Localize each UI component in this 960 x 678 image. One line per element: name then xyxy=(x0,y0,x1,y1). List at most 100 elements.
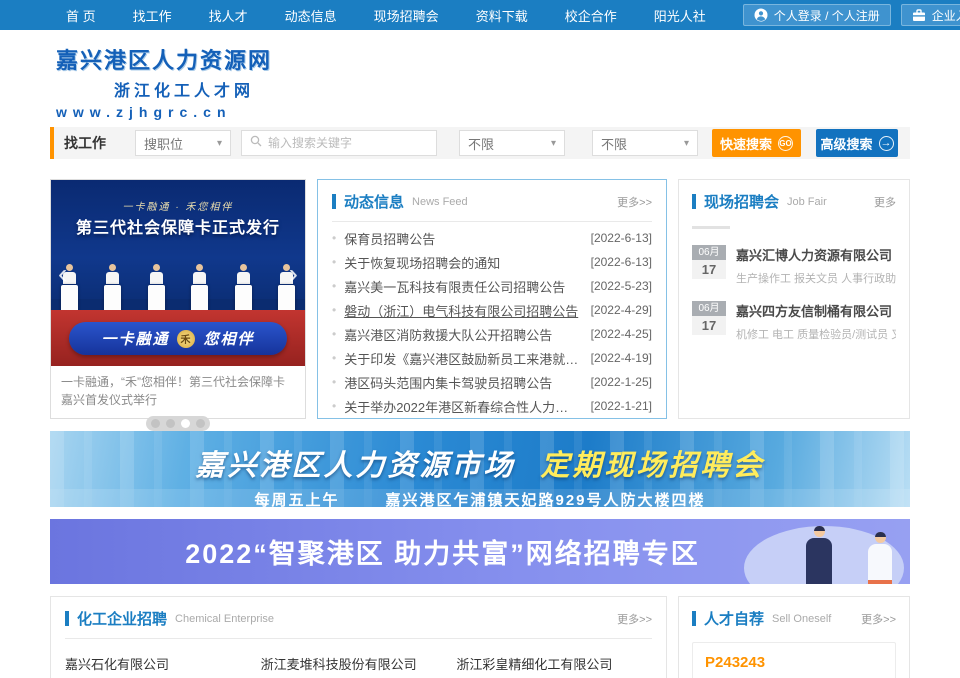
nav-item-job-fair[interactable]: 现场招聘会 xyxy=(374,6,439,25)
quick-search-label: 快速搜索 xyxy=(720,134,772,153)
date-badge: 06月 17 xyxy=(692,245,726,286)
keyword-search-field[interactable] xyxy=(241,130,437,156)
carousel-next-icon[interactable]: › xyxy=(289,260,298,288)
top-navigation: 首 页 找工作 找人才 动态信息 现场招聘会 资料下载 校企合作 阳光人社 个人… xyxy=(0,0,960,30)
nav-item-downloads[interactable]: 资料下载 xyxy=(476,6,528,25)
news-panel-title: 动态信息 xyxy=(344,191,404,212)
search-tab-label: 找工作 xyxy=(64,133,106,153)
site-logo[interactable]: 嘉兴港区人力资源网 浙江化工人才网 www.zjhgrc.cn xyxy=(0,30,960,127)
self-recommendation-panel: 人才自荐 Sell Oneself 更多>> P243243 男 ｜ 嘉兴市->… xyxy=(678,596,910,678)
nav-item-find-talent[interactable]: 找人才 xyxy=(209,6,248,25)
news-list-item[interactable]: 关于举办2022年港区新春综合性人力资源暨春风... [2022-1-21] xyxy=(332,394,652,418)
main-content-row: 一卡融通 · 禾您相伴 第三代社会保障卡正式发行 一卡融通 禾 您相伴 ‹ › … xyxy=(50,179,910,419)
chevron-down-icon: ▾ xyxy=(684,138,689,149)
chemical-enterprise-panel: 化工企业招聘 Chemical Enterprise 更多>> 嘉兴石化有限公司… xyxy=(50,596,667,678)
personal-login-label: 个人登录 / 个人注册 xyxy=(774,7,880,24)
carousel-prev-icon[interactable]: ‹ xyxy=(58,260,67,288)
banner1-title-white: 嘉兴港区人力资源市场 xyxy=(195,450,515,482)
nav-item-home[interactable]: 首 页 xyxy=(66,6,96,25)
advanced-search-button[interactable]: 高级搜索 → xyxy=(816,129,898,157)
nav-item-sunshine-hr[interactable]: 阳光人社 xyxy=(654,6,706,25)
search-category-select[interactable]: 搜职位 ▾ xyxy=(135,130,231,156)
news-list-item[interactable]: 关于恢复现场招聘会的通知 [2022-6-13] xyxy=(332,250,652,274)
candidate-id: P243243 xyxy=(705,654,883,671)
job-fair-positions: 机修工 电工 质量检验员/测试员 叉车... xyxy=(736,326,896,342)
job-fair-positions: 生产操作工 报关文员 人事行政助理... xyxy=(736,270,896,286)
enterprise-entry-button[interactable]: 企业入口 xyxy=(901,4,960,26)
go-icon: GO xyxy=(778,136,793,151)
company-listing[interactable]: 浙江彩皇精细化工有限公司 普工（制造科） 营业担当 xyxy=(456,654,652,678)
personal-login-button[interactable]: 个人登录 / 个人注册 xyxy=(743,4,891,26)
date-badge: 06月 17 xyxy=(692,301,726,342)
news-panel-subtitle: News Feed xyxy=(412,196,468,208)
grain-icon: 禾 xyxy=(177,330,195,348)
slide-people-illustration xyxy=(61,264,295,315)
news-list-item[interactable]: 关于印发《嘉兴港区鼓励新员工来港就业补助操作... [2022-4-19] xyxy=(332,346,652,370)
carousel-dot-3-active[interactable] xyxy=(181,419,190,428)
nav-item-find-job[interactable]: 找工作 xyxy=(133,6,172,25)
news-list-item[interactable]: 嘉兴美一瓦科技有限责任公司招聘公告 [2022-5-23] xyxy=(332,274,652,298)
news-list-item[interactable]: 嘉兴港区消防救援大队公开招聘公告 [2022-4-25] xyxy=(332,322,652,346)
company-listing[interactable]: 嘉兴石化有限公司 工艺员 设备管理 警卫（残疾工） xyxy=(65,654,261,678)
illustration-person-suit xyxy=(806,526,832,584)
divider xyxy=(692,226,730,229)
banner2-title: 2022“智聚港区 助力共富”网络招聘专区 xyxy=(50,532,725,571)
carousel-pagination xyxy=(51,416,305,431)
search-category-value: 搜职位 xyxy=(144,134,183,153)
news-more-link[interactable]: 更多>> xyxy=(617,194,652,210)
chevron-down-icon: ▾ xyxy=(551,138,556,149)
person-icon xyxy=(754,8,768,22)
chemical-more-link[interactable]: 更多>> xyxy=(617,611,652,627)
divider xyxy=(332,221,652,222)
site-url: www.zjhgrc.cn xyxy=(56,104,960,120)
job-fair-title: 现场招聘会 xyxy=(704,191,779,212)
divider xyxy=(65,638,652,639)
ribbon-text-left: 一卡融通 xyxy=(101,328,169,349)
market-job-fair-banner[interactable]: 嘉兴港区人力资源市场 定期现场招聘会 每周五上午 嘉兴港区乍浦镇天妃路929号人… xyxy=(50,431,910,507)
briefcase-icon xyxy=(912,9,926,22)
search-input[interactable] xyxy=(268,136,428,150)
site-title: 嘉兴港区人力资源网 xyxy=(56,43,960,75)
self-more-link[interactable]: 更多>> xyxy=(861,611,896,627)
job-fair-company: 嘉兴四方友信制桶有限公司 xyxy=(736,301,896,320)
online-recruitment-banner[interactable]: 2022“智聚港区 助力共富”网络招聘专区 xyxy=(50,519,910,584)
banner1-address: 嘉兴港区乍浦镇天妃路929号人防大楼四楼 xyxy=(385,489,705,507)
carousel-slide[interactable]: 一卡融通 · 禾您相伴 第三代社会保障卡正式发行 一卡融通 禾 您相伴 ‹ › xyxy=(51,180,305,366)
chevron-down-icon: ▾ xyxy=(217,138,222,149)
job-fair-item[interactable]: 06月 17 嘉兴汇博人力资源有限公司 生产操作工 报关文员 人事行政助理... xyxy=(692,245,896,286)
nav-item-news[interactable]: 动态信息 xyxy=(285,6,337,25)
ribbon-text-right: 您相伴 xyxy=(203,328,254,349)
news-list-item[interactable]: 保育员招聘公告 [2022-6-13] xyxy=(332,226,652,250)
filter-select-2[interactable]: 不限 ▾ xyxy=(592,130,698,156)
news-list-item[interactable]: 港区码头范围内集卡驾驶员招聘公告 [2022-1-25] xyxy=(332,370,652,394)
slide-headline: 第三代社会保障卡正式发行 xyxy=(51,214,305,238)
job-fair-company: 嘉兴汇博人力资源有限公司 xyxy=(736,245,896,264)
carousel-caption[interactable]: 一卡融通，“禾”您相伴！第三代社会保障卡嘉兴首发仪式举行 xyxy=(51,366,305,409)
job-fair-panel: 现场招聘会 Job Fair 更多 06月 17 嘉兴汇博人力资源有限公司 生产… xyxy=(678,179,910,419)
news-feed-panel: 动态信息 News Feed 更多>> 保育员招聘公告 [2022-6-13] … xyxy=(317,179,667,419)
chemical-panel-title: 化工企业招聘 xyxy=(77,608,167,629)
filter-select-1[interactable]: 不限 ▾ xyxy=(459,130,565,156)
title-bar-icon xyxy=(332,194,336,209)
job-fair-item[interactable]: 06月 17 嘉兴四方友信制桶有限公司 机修工 电工 质量检验员/测试员 叉车.… xyxy=(692,301,896,342)
carousel-dot-1[interactable] xyxy=(151,419,160,428)
quick-search-button[interactable]: 快速搜索 GO xyxy=(712,129,801,157)
self-panel-title: 人才自荐 xyxy=(704,608,764,629)
job-fair-more-link[interactable]: 更多 xyxy=(874,194,896,210)
banner1-title-yellow: 定期现场招聘会 xyxy=(541,450,765,482)
candidate-card[interactable]: P243243 男 ｜ 嘉兴市->嘉兴港区 ｜ 八年以上 xyxy=(692,642,896,678)
carousel-dot-4[interactable] xyxy=(196,419,205,428)
bottom-content-row: 化工企业招聘 Chemical Enterprise 更多>> 嘉兴石化有限公司… xyxy=(50,596,910,678)
nav-item-school-cooperation[interactable]: 校企合作 xyxy=(565,6,617,25)
filter-1-value: 不限 xyxy=(468,134,494,153)
search-icon xyxy=(250,134,262,152)
title-bar-icon xyxy=(692,194,696,209)
news-list-item-hovered[interactable]: 磐动（浙江）电气科技有限公司招聘公告 [2022-4-29] xyxy=(332,298,652,322)
carousel-dot-2[interactable] xyxy=(166,419,175,428)
title-bar-icon xyxy=(692,611,696,626)
company-listing[interactable]: 浙江麦堆科技股份有限公司 销售专员 会计 土建主管 xyxy=(261,654,457,678)
site-subtitle: 浙江化工人才网 xyxy=(114,77,960,101)
enterprise-entry-label: 企业入口 xyxy=(932,7,960,24)
banner1-schedule: 每周五上午 xyxy=(254,489,339,507)
self-panel-subtitle: Sell Oneself xyxy=(772,613,831,625)
